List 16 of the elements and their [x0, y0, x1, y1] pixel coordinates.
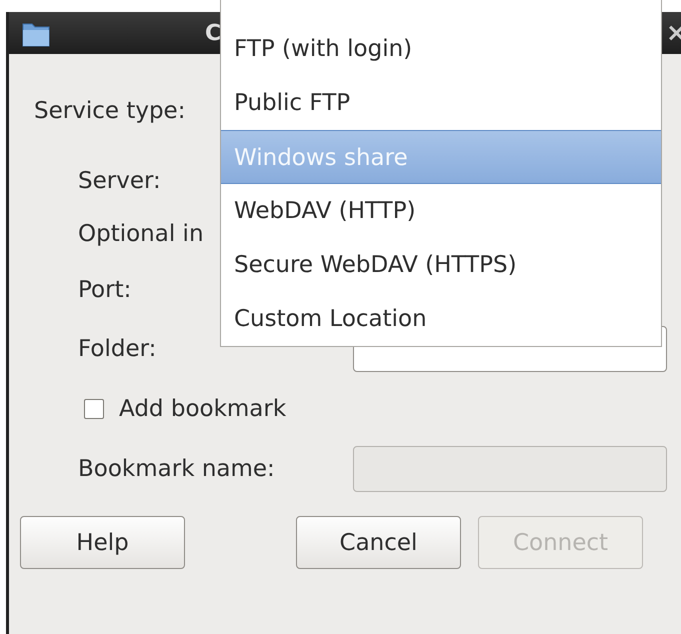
- menu-item[interactable]: Custom Location: [221, 292, 661, 346]
- field-label: Port:: [78, 277, 132, 303]
- menu-item[interactable]: WebDAV (HTTP): [221, 184, 661, 238]
- field-label: Service type:: [34, 98, 186, 124]
- field-label: Server:: [78, 168, 161, 194]
- field-label: Bookmark name:: [78, 456, 275, 482]
- menu-item[interactable]: Public FTP: [221, 76, 661, 130]
- dialog-button[interactable]: Cancel: [296, 516, 461, 569]
- field-label: Folder:: [78, 336, 156, 362]
- checkbox[interactable]: [84, 399, 104, 419]
- dialog-button[interactable]: Help: [20, 516, 185, 569]
- menu-item[interactable]: Secure WebDAV (HTTPS): [221, 238, 661, 292]
- checkbox-label[interactable]: Add bookmark: [119, 396, 286, 422]
- window-title: C: [205, 20, 222, 46]
- field-label: Optional in: [78, 221, 204, 247]
- menu-item[interactable]: FTP (with login): [221, 22, 661, 76]
